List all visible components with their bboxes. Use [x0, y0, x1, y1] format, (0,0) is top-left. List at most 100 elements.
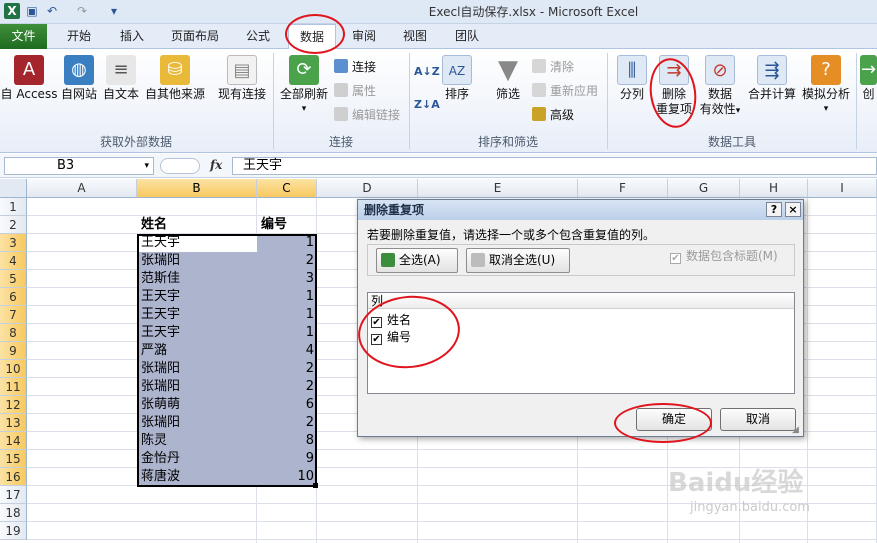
row-header-13[interactable]: 13	[0, 414, 27, 432]
row-header-1[interactable]: 1	[0, 198, 27, 216]
data-validation-button[interactable]: ⊘ 数据 有效性▾	[696, 55, 744, 119]
column-header-g[interactable]: G	[668, 179, 740, 198]
refresh-all-button[interactable]: ⟳ 全部刷新 ▾	[276, 55, 332, 117]
column-header-i[interactable]: I	[808, 179, 877, 198]
resize-grip-icon[interactable]: ◢	[792, 425, 802, 435]
annotation-circle-ok	[614, 403, 712, 443]
window-title: Execl自动保存.xlsx - Microsoft Excel	[428, 5, 639, 19]
consolidate-icon: ⇶	[757, 55, 787, 85]
column-header-b[interactable]: B	[137, 179, 257, 198]
column-header-a[interactable]: A	[27, 179, 137, 198]
funnel-icon: ▼	[498, 55, 518, 85]
refresh-icon: ⟳	[289, 55, 319, 85]
row-header-12[interactable]: 12	[0, 396, 27, 414]
row-header-5[interactable]: 5	[0, 270, 27, 288]
tab-insert[interactable]: 插入	[108, 24, 156, 49]
database-icon: ⛁	[160, 55, 190, 85]
from-access-button[interactable]: A 自 Access	[0, 55, 58, 102]
clear-filter-button[interactable]: 清除	[532, 58, 574, 76]
properties-button[interactable]: 属性	[334, 82, 376, 100]
chain-link-icon	[334, 107, 348, 121]
formula-bar-splitter[interactable]	[160, 158, 200, 174]
from-text-button[interactable]: ≡ 自文本	[100, 55, 142, 102]
row-header-17[interactable]: 17	[0, 486, 27, 504]
row-header-15[interactable]: 15	[0, 450, 27, 468]
column-header-e[interactable]: E	[418, 179, 578, 198]
select-all-icon	[381, 253, 395, 267]
baidu-watermark: Baidu经验	[668, 468, 804, 498]
row-header-19[interactable]: 19	[0, 522, 27, 540]
edit-links-button[interactable]: 编辑链接	[334, 106, 400, 124]
group-icon: →	[860, 55, 877, 85]
row-header-6[interactable]: 6	[0, 288, 27, 306]
sort-button[interactable]: AZ 排序	[440, 55, 474, 102]
dialog-message: 若要删除重复值，请选择一个或多个包含重复值的列。	[367, 228, 656, 242]
tab-formulas[interactable]: 公式	[234, 24, 282, 49]
connections-icon	[334, 59, 348, 73]
column-header-f[interactable]: F	[578, 179, 668, 198]
row-header-16[interactable]: 16	[0, 468, 27, 486]
sort-ascending-button[interactable]: A↓Z	[414, 63, 440, 81]
fill-handle[interactable]	[313, 483, 318, 488]
row-header-7[interactable]: 7	[0, 306, 27, 324]
sort-descending-button[interactable]: Z↓A	[414, 96, 440, 114]
row-header-3[interactable]: 3	[0, 234, 27, 252]
grid-row-line	[27, 521, 877, 522]
select-all-corner[interactable]	[0, 179, 27, 198]
tab-team[interactable]: 团队	[443, 24, 491, 49]
header-cell-name[interactable]: 姓名	[137, 216, 257, 234]
globe-icon: ◍	[64, 55, 94, 85]
data-validation-icon: ⊘	[705, 55, 735, 85]
row-header-8[interactable]: 8	[0, 324, 27, 342]
selection-border	[137, 234, 317, 487]
row-header-18[interactable]: 18	[0, 504, 27, 522]
advanced-filter-icon	[532, 107, 546, 121]
formula-input[interactable]: 王天宇	[232, 157, 877, 175]
grid-row-line	[27, 539, 877, 540]
advanced-filter-button[interactable]: 高级	[532, 106, 574, 124]
column-header-c[interactable]: C	[257, 179, 317, 198]
sort-za-icon: Z↓A	[414, 98, 440, 111]
row-header-4[interactable]: 4	[0, 252, 27, 270]
dropdown-arrow-icon: ▾	[823, 104, 829, 114]
has-headers-checkbox[interactable]: ✔ 数据包含标题(M)	[670, 248, 778, 264]
tab-home[interactable]: 开始	[55, 24, 103, 49]
what-if-analysis-button[interactable]: ? 模拟分析 ▾	[800, 55, 852, 117]
access-icon: A	[14, 55, 44, 85]
filter-button[interactable]: ▼ 筛选	[490, 55, 526, 102]
group-label-sort-filter: 排序和筛选	[477, 135, 538, 149]
name-box[interactable]: B3 ▾	[4, 157, 154, 175]
row-header-11[interactable]: 11	[0, 378, 27, 396]
dropdown-arrow-icon: ▾	[735, 106, 741, 116]
tab-file[interactable]: 文件	[0, 24, 47, 49]
row-header-14[interactable]: 14	[0, 432, 27, 450]
header-cell-number[interactable]: 编号	[257, 216, 317, 234]
title-bar: X ▣ ↶ ↷ ▾ Execl自动保存.xlsx - Microsoft Exc…	[0, 0, 877, 24]
connections-button[interactable]: 连接	[334, 58, 376, 76]
annotation-circle-data-tab	[285, 14, 345, 54]
text-to-columns-button[interactable]: ⫼ 分列	[612, 55, 652, 102]
create-group-button[interactable]: → 创	[860, 55, 877, 102]
row-header-9[interactable]: 9	[0, 342, 27, 360]
insert-function-icon[interactable]: fx	[210, 158, 222, 172]
unselect-all-button[interactable]: 取消全选(U)	[466, 248, 570, 273]
text-file-icon: ≡	[106, 55, 136, 85]
tab-page-layout[interactable]: 页面布局	[163, 24, 227, 49]
close-button[interactable]: ×	[785, 202, 801, 217]
existing-connections-button[interactable]: ▤ 现有连接	[214, 55, 270, 102]
reapply-button[interactable]: 重新应用	[532, 82, 598, 100]
tab-review[interactable]: 审阅	[340, 24, 388, 49]
column-header-d[interactable]: D	[317, 179, 418, 198]
from-other-sources-button[interactable]: ⛁ 自其他来源	[142, 55, 208, 102]
select-all-button[interactable]: 全选(A)	[376, 248, 458, 273]
help-button[interactable]: ?	[766, 202, 782, 217]
cancel-button[interactable]: 取消	[720, 408, 796, 431]
row-header-10[interactable]: 10	[0, 360, 27, 378]
from-web-button[interactable]: ◍ 自网站	[58, 55, 100, 102]
grid-column-line	[807, 198, 808, 543]
column-header-h[interactable]: H	[740, 179, 808, 198]
row-header-2[interactable]: 2	[0, 216, 27, 234]
tab-view[interactable]: 视图	[391, 24, 439, 49]
consolidate-button[interactable]: ⇶ 合并计算	[746, 55, 798, 102]
dropdown-arrow-icon[interactable]: ▾	[144, 158, 149, 174]
